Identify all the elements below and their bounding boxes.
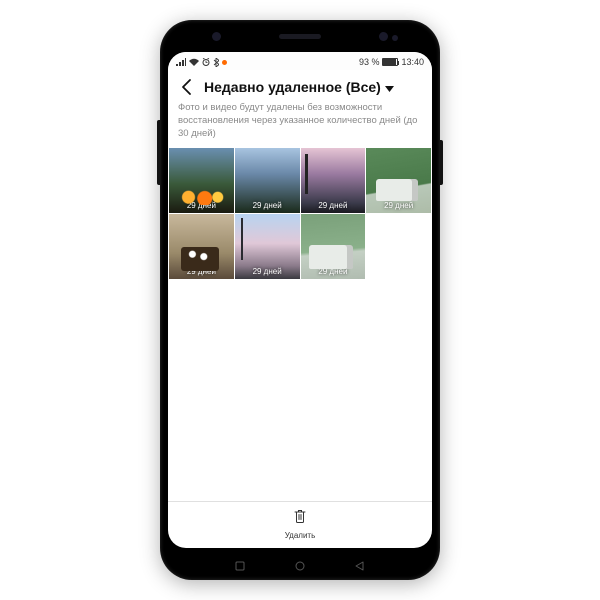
status-left <box>176 58 227 67</box>
content-spacer <box>168 279 432 501</box>
days-remaining-label: 29 дней <box>301 267 366 276</box>
battery-icon <box>382 58 398 66</box>
recents-button[interactable] <box>235 558 245 568</box>
days-remaining-label: 29 дней <box>169 267 234 276</box>
top-sensors <box>160 34 440 39</box>
screen: 93 % 13:40 Недавно удаленное (Все) Фото … <box>168 52 432 548</box>
photo-thumbnail[interactable]: 29 дней <box>235 148 300 213</box>
notification-dot-icon <box>222 60 227 65</box>
info-description: Фото и видео будут удалены без возможнос… <box>168 102 432 148</box>
sensor-small-icon <box>392 35 398 41</box>
days-remaining-label: 29 дней <box>235 201 300 210</box>
days-remaining-label: 29 дней <box>169 201 234 210</box>
volume-rocker <box>157 120 160 185</box>
back-button[interactable] <box>178 78 196 96</box>
signal-icon <box>176 58 186 66</box>
clock: 13:40 <box>401 57 424 67</box>
photo-thumbnail[interactable]: 29 дней <box>301 148 366 213</box>
page-title: Недавно удаленное (Все) <box>204 79 381 95</box>
delete-label: Удалить <box>285 531 316 540</box>
front-camera-icon <box>212 32 221 41</box>
sensor-icon <box>379 32 388 41</box>
status-bar: 93 % 13:40 <box>168 52 432 70</box>
wifi-icon <box>189 58 199 66</box>
page-title-dropdown[interactable]: Недавно удаленное (Все) <box>204 79 394 95</box>
bottom-toolbar: Удалить <box>168 501 432 548</box>
battery-percent: 93 % <box>359 57 380 67</box>
power-button <box>440 140 443 185</box>
earpiece-speaker <box>279 34 321 39</box>
home-button[interactable] <box>295 558 305 568</box>
delete-button[interactable]: Удалить <box>285 508 316 540</box>
photo-thumbnail[interactable]: 29 дней <box>169 148 234 213</box>
days-remaining-label: 29 дней <box>235 267 300 276</box>
back-nav-button[interactable] <box>355 558 365 568</box>
days-remaining-label: 29 дней <box>366 201 431 210</box>
photo-thumbnail[interactable]: 29 дней <box>366 148 431 213</box>
app-header: Недавно удаленное (Все) <box>168 70 432 102</box>
phone-frame: 93 % 13:40 Недавно удаленное (Все) Фото … <box>160 20 440 580</box>
dropdown-triangle-icon <box>385 79 394 95</box>
trash-icon <box>292 508 308 529</box>
bluetooth-icon <box>213 58 219 67</box>
photo-thumbnail[interactable]: 29 дней <box>301 214 366 279</box>
days-remaining-label: 29 дней <box>301 201 366 210</box>
alarm-icon <box>202 58 210 66</box>
status-right: 93 % 13:40 <box>359 57 424 67</box>
nav-bar <box>160 558 440 568</box>
photo-thumbnail[interactable]: 29 дней <box>235 214 300 279</box>
photo-thumbnail[interactable]: 29 дней <box>169 214 234 279</box>
photo-grid: 29 дней 29 дней 29 дней 29 дней 29 дней … <box>168 148 432 279</box>
